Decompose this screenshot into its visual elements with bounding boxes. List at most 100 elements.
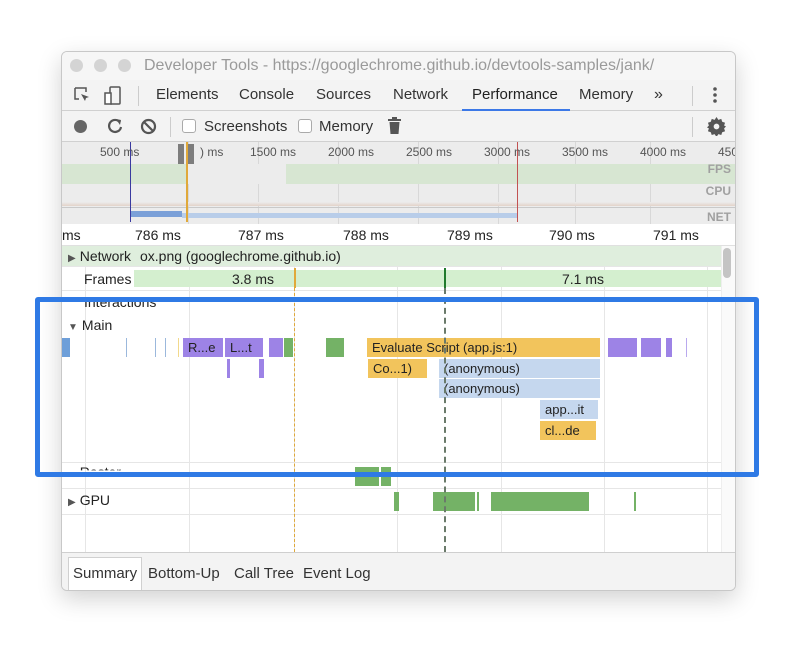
- divider: [138, 86, 139, 106]
- raster-track-header[interactable]: ▶ Raster: [68, 464, 121, 470]
- cpu-chart: [62, 202, 735, 206]
- expand-triangle-icon[interactable]: ▶: [68, 469, 76, 470]
- main-event-recalc-style[interactable]: R...e: [183, 338, 223, 357]
- tab-performance[interactable]: Performance: [472, 86, 558, 103]
- clear-icon[interactable]: [140, 118, 157, 140]
- inspect-element-icon[interactable]: [73, 86, 91, 109]
- gear-icon[interactable]: [707, 117, 726, 141]
- main-event-click-handler[interactable]: cl...de: [540, 421, 596, 440]
- network-request[interactable]: ox.png (googlechrome.github.io): [140, 248, 341, 264]
- screenshots-label[interactable]: Screenshots: [204, 118, 287, 135]
- tab-event-log[interactable]: Event Log: [299, 562, 375, 585]
- expand-triangle-icon[interactable]: ▶: [68, 497, 76, 508]
- more-vertical-icon[interactable]: [712, 85, 718, 110]
- memory-label[interactable]: Memory: [319, 118, 373, 135]
- gpu-track-label: GPU: [79, 492, 111, 508]
- net-bar: [182, 213, 517, 218]
- time-ruler: ms 786 ms 787 ms 788 ms 789 ms 790 ms 79…: [62, 224, 735, 246]
- performance-toolbar: Screenshots Memory: [62, 111, 735, 142]
- panel-tab-bar: Elements Console Sources Network Perform…: [62, 80, 735, 111]
- ruler-tick: 790 ms: [549, 227, 595, 243]
- main-event[interactable]: [666, 338, 672, 357]
- network-track-label: Network: [79, 248, 132, 264]
- tab-memory[interactable]: Memory: [579, 86, 633, 103]
- overview-tick: 3000 ms: [484, 145, 531, 159]
- vertical-scrollbar[interactable]: [721, 246, 735, 552]
- raster-event[interactable]: [381, 467, 391, 486]
- main-event-app-init[interactable]: app...it: [540, 400, 598, 419]
- ruler-tick: ms: [62, 227, 81, 243]
- timeline-overview[interactable]: 500 ms ) ms 1500 ms 2000 ms 2500 ms 3000…: [62, 142, 735, 224]
- network-track-header[interactable]: ▶ Network: [68, 248, 131, 264]
- main-event[interactable]: [269, 338, 283, 357]
- expand-triangle-icon[interactable]: ▶: [68, 253, 76, 264]
- divider: [170, 117, 171, 137]
- close-window-button[interactable]: [70, 59, 83, 72]
- main-event-anonymous[interactable]: (anonymous): [439, 379, 600, 398]
- gpu-event[interactable]: [491, 492, 589, 511]
- window-title: Developer Tools - https://googlechrome.g…: [144, 57, 655, 74]
- main-event[interactable]: [608, 338, 637, 357]
- ruler-tick: 787 ms: [238, 227, 284, 243]
- main-track-header[interactable]: ▼ Main: [68, 317, 112, 333]
- tab-call-tree[interactable]: Call Tree: [230, 562, 298, 585]
- trash-icon[interactable]: [388, 117, 401, 140]
- reload-icon[interactable]: [107, 117, 123, 140]
- load-marker-line: [294, 288, 295, 552]
- main-event-evaluate-script[interactable]: Evaluate Script (app.js:1): [367, 338, 600, 357]
- main-event[interactable]: [178, 338, 179, 357]
- device-toolbar-icon[interactable]: [104, 86, 122, 111]
- main-event[interactable]: [326, 338, 344, 357]
- gpu-event[interactable]: [394, 492, 399, 511]
- gpu-event[interactable]: [634, 492, 636, 511]
- frame-block[interactable]: [296, 270, 722, 287]
- net-bar: [130, 211, 182, 217]
- main-event[interactable]: [259, 359, 264, 378]
- tab-bottom-up[interactable]: Bottom-Up: [144, 562, 224, 585]
- fps-chart: [62, 164, 735, 184]
- memory-checkbox[interactable]: [298, 119, 312, 133]
- main-event[interactable]: [686, 338, 687, 357]
- overview-tick: 4000 ms: [640, 145, 687, 159]
- main-event[interactable]: [227, 359, 230, 378]
- frame-duration: 3.8 ms: [232, 271, 275, 287]
- minimize-window-button[interactable]: [94, 59, 107, 72]
- more-tabs-button[interactable]: »: [654, 86, 663, 104]
- selection-handle-right[interactable]: [188, 144, 194, 164]
- collapse-triangle-icon[interactable]: ▼: [68, 322, 78, 333]
- overview-tick: 500 ms: [100, 145, 140, 159]
- zoom-window-button[interactable]: [118, 59, 131, 72]
- frames-track-label: Frames: [84, 271, 132, 287]
- frame-marker-line: [444, 288, 446, 552]
- scrollbar-thumb[interactable]: [723, 248, 731, 278]
- gpu-track-header[interactable]: ▶ GPU: [68, 492, 110, 508]
- main-event-layout[interactable]: L...t: [225, 338, 263, 357]
- flame-chart[interactable]: ▶ Network ox.png (googlechrome.github.io)…: [62, 246, 735, 552]
- net-label: NET: [707, 210, 731, 224]
- divider: [692, 117, 693, 137]
- divider: [692, 86, 693, 106]
- screenshots-checkbox[interactable]: [182, 119, 196, 133]
- frame-duration: 7.1 ms: [562, 271, 605, 287]
- selection-handle-left[interactable]: [178, 144, 184, 164]
- record-icon[interactable]: [74, 120, 87, 133]
- tab-sources[interactable]: Sources: [316, 86, 371, 103]
- gpu-event[interactable]: [433, 492, 475, 511]
- main-event[interactable]: [284, 338, 293, 357]
- main-event-anonymous[interactable]: (anonymous): [439, 359, 600, 378]
- main-event[interactable]: [126, 338, 127, 357]
- main-event-compile[interactable]: Co...1): [368, 359, 427, 378]
- main-track-label: Main: [81, 317, 113, 333]
- gpu-event[interactable]: [477, 492, 479, 511]
- tab-network[interactable]: Network: [393, 86, 448, 103]
- tab-summary[interactable]: Summary: [68, 557, 143, 590]
- overview-tick: 3500 ms: [562, 145, 609, 159]
- main-event[interactable]: [165, 338, 166, 357]
- raster-event[interactable]: [355, 467, 379, 486]
- main-event[interactable]: [155, 338, 156, 357]
- tab-elements[interactable]: Elements: [156, 86, 219, 103]
- main-event[interactable]: [641, 338, 661, 357]
- main-event[interactable]: [62, 338, 70, 357]
- overview-tick: 450: [718, 145, 735, 159]
- tab-console[interactable]: Console: [239, 86, 294, 103]
